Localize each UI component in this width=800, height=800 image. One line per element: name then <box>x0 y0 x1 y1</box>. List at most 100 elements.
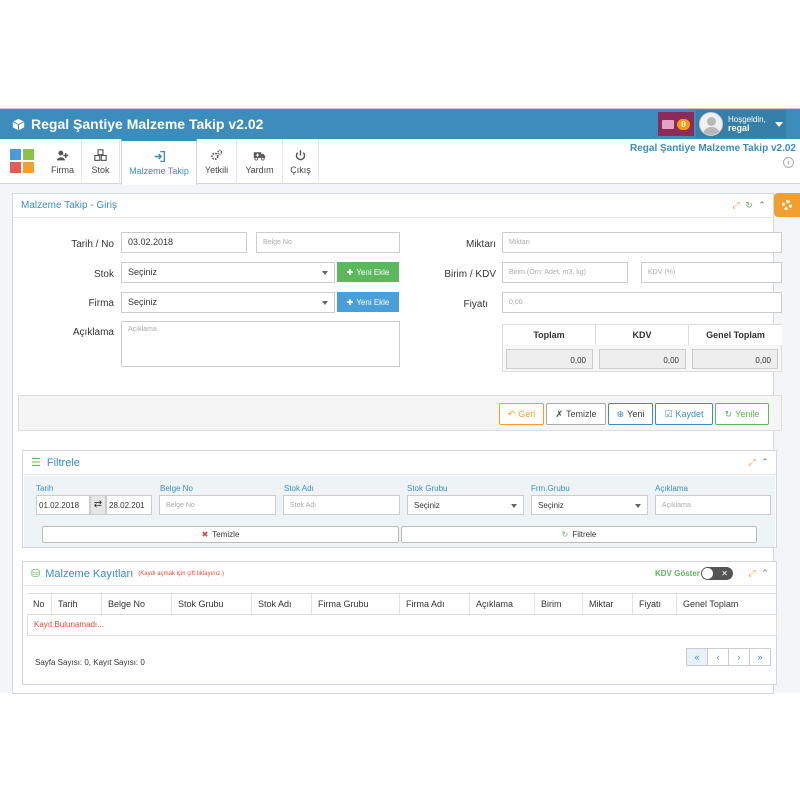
settings-gear-icon[interactable] <box>774 193 800 217</box>
records-panel-title: Malzeme Kayıtları <box>45 567 134 580</box>
filter-date-from[interactable]: 01.02.2018 <box>36 495 90 515</box>
filter-clear-label: Temizle <box>212 530 240 539</box>
filter-group-label: Stok Grubu <box>407 484 448 493</box>
chevron-up-icon[interactable]: ⌃ <box>757 200 767 210</box>
panel-tools: ⤢ ⌃ <box>747 568 770 578</box>
brand[interactable]: Regal Şantiye Malzeme Takip v2.02 <box>12 116 263 132</box>
date-label: Tarih / No <box>71 239 114 250</box>
date-input[interactable]: 03.02.2018 <box>121 232 247 253</box>
unit-label: Birim / KDV <box>444 269 496 280</box>
column-header[interactable]: Genel Toplam <box>677 594 777 615</box>
column-header[interactable]: Belge No <box>102 594 172 615</box>
clear-button[interactable]: ✗ Temizle <box>546 403 606 425</box>
filter-date-label: Tarih <box>36 484 54 493</box>
empty-row: Kayıt Bulunamadı... <box>27 615 777 636</box>
kdv-toggle[interactable] <box>701 567 733 580</box>
plus-icon: ✚ <box>346 297 354 307</box>
app-window: Regal Şantiye Malzeme Takip v2.02 0 Hoşg… <box>0 108 800 694</box>
filter-desc-input[interactable]: Açıklama <box>655 495 771 515</box>
refresh-button[interactable]: ↻ Yenile <box>715 403 769 425</box>
nav-label: Çıkış <box>290 164 311 175</box>
first-page-button[interactable]: « <box>686 648 708 666</box>
filter-panel-header: ☰ Filtrele ⤢ ⌃ <box>23 451 776 475</box>
nav-yetkili[interactable]: Yetkili <box>197 139 237 184</box>
price-input[interactable]: 0,00 <box>502 292 782 313</box>
kdv-value: 0,00 <box>599 349 686 369</box>
column-header[interactable]: Stok Adı <box>252 594 312 615</box>
unit-input[interactable]: Birim (Örn: Adet, m3, kg) <box>502 262 628 283</box>
user-menu[interactable]: Hoşgeldin, regal <box>696 110 786 138</box>
filter-apply-label: Filtrele <box>572 530 597 539</box>
save-button[interactable]: ☑ Kaydet <box>655 403 713 425</box>
filter-doc-input[interactable]: Belge No <box>159 495 276 515</box>
exchange-icon[interactable]: ⇄ <box>90 495 106 515</box>
refresh-icon[interactable]: ↻ <box>744 200 754 210</box>
column-header[interactable]: Açıklama <box>470 594 535 615</box>
expand-icon[interactable]: ⤢ <box>731 200 741 210</box>
notifications-button[interactable]: 0 <box>658 112 694 136</box>
column-header[interactable]: Stok Grubu <box>172 594 252 615</box>
filter-group-select[interactable]: Seçiniz <box>407 495 524 515</box>
chevron-up-icon[interactable]: ⌃ <box>760 568 770 578</box>
database-icon: ⛁ <box>31 568 41 580</box>
chevron-up-icon[interactable]: ⌃ <box>760 457 770 467</box>
notification-badge: 0 <box>677 118 690 130</box>
user-plus-icon <box>56 150 69 160</box>
back-button[interactable]: ↶ Geri <box>499 403 544 425</box>
filter-date-to[interactable]: 28.02.201 <box>106 495 152 515</box>
column-header[interactable]: Birim <box>535 594 583 615</box>
total-value: 0,00 <box>506 349 593 369</box>
sliders-icon: ☰ <box>31 457 41 469</box>
totals-table: Toplam KDV Genel Toplam 0,00 0,00 0,00 <box>502 324 782 372</box>
filter-apply-button[interactable]: ↻ Filtrele <box>401 526 757 543</box>
column-header[interactable]: No <box>27 594 52 615</box>
prev-page-button[interactable]: ‹ <box>707 648 729 666</box>
times-icon: ✖ <box>201 530 209 539</box>
nav-label: Stok <box>91 164 110 175</box>
next-page-button[interactable]: › <box>728 648 750 666</box>
kdv-input[interactable]: KDV (%) <box>641 262 782 283</box>
add-stock-button[interactable]: ✚ Yeni Ekle <box>337 262 399 282</box>
caret-down-icon <box>774 121 783 127</box>
nav-cikis[interactable]: Çıkış <box>283 139 319 184</box>
entry-panel-header: Malzeme Takip - Giriş ⤢ ↻ ⌃ <box>13 194 773 218</box>
power-icon <box>295 149 306 160</box>
nav-firma[interactable]: Firma <box>44 139 82 184</box>
column-header[interactable]: Tarih <box>52 594 102 615</box>
logo-icon <box>10 149 34 173</box>
expand-icon[interactable]: ⤢ <box>747 457 757 467</box>
nav-label: Malzeme Takip <box>129 166 189 176</box>
nav-yardim[interactable]: Yardım <box>237 139 283 184</box>
eraser-icon: ✗ <box>555 408 564 419</box>
filter-firm-group-select[interactable]: Seçiniz <box>531 495 648 515</box>
nav-stok[interactable]: Stok <box>82 139 120 184</box>
nav-malzeme-takip[interactable]: Malzeme Takip <box>121 139 197 185</box>
new-label: Yeni <box>627 409 645 419</box>
column-header[interactable]: Fiyatı <box>633 594 677 615</box>
stock-select[interactable]: Seçiniz <box>121 262 335 283</box>
filter-clear-button[interactable]: ✖ Temizle <box>42 526 399 543</box>
collapse-left-icon[interactable]: ‹ <box>783 157 794 168</box>
cube-icon <box>12 118 25 130</box>
records-table-header: No Tarih Belge No Stok Grubu Stok Adı Fi… <box>27 593 777 615</box>
records-panel: ⛁ Malzeme Kayıtları (Kaydı açmak için çi… <box>22 561 777 685</box>
last-page-button[interactable]: » <box>749 648 771 666</box>
new-button[interactable]: ⊕ Yeni <box>608 403 653 425</box>
add-firm-button[interactable]: ✚ Yeni Ekle <box>337 292 399 312</box>
filter-stock-input[interactable]: Stok Adı <box>283 495 400 515</box>
app-title-right: Regal Şantiye Malzeme Takip v2.02 <box>629 143 796 154</box>
expand-icon[interactable]: ⤢ <box>747 568 757 578</box>
qty-input[interactable]: Miktarı <box>502 232 782 253</box>
column-header[interactable]: Miktar <box>583 594 633 615</box>
add-stock-label: Yeni Ekle <box>356 267 390 277</box>
save-label: Kaydet <box>675 409 704 419</box>
doc-no-input[interactable]: Belge No <box>256 232 400 253</box>
firm-select[interactable]: Seçiniz <box>121 292 335 313</box>
refresh-icon: ↻ <box>724 408 733 419</box>
column-header[interactable]: Firma Grubu <box>312 594 400 615</box>
column-header[interactable]: Firma Adı <box>400 594 470 615</box>
panel-tools: ⤢ ↻ ⌃ <box>731 200 767 210</box>
firm-label: Firma <box>88 298 114 309</box>
desc-textarea[interactable]: Açıklama <box>121 321 400 367</box>
records-panel-header: ⛁ Malzeme Kayıtları (Kaydı açmak için çi… <box>23 562 776 586</box>
